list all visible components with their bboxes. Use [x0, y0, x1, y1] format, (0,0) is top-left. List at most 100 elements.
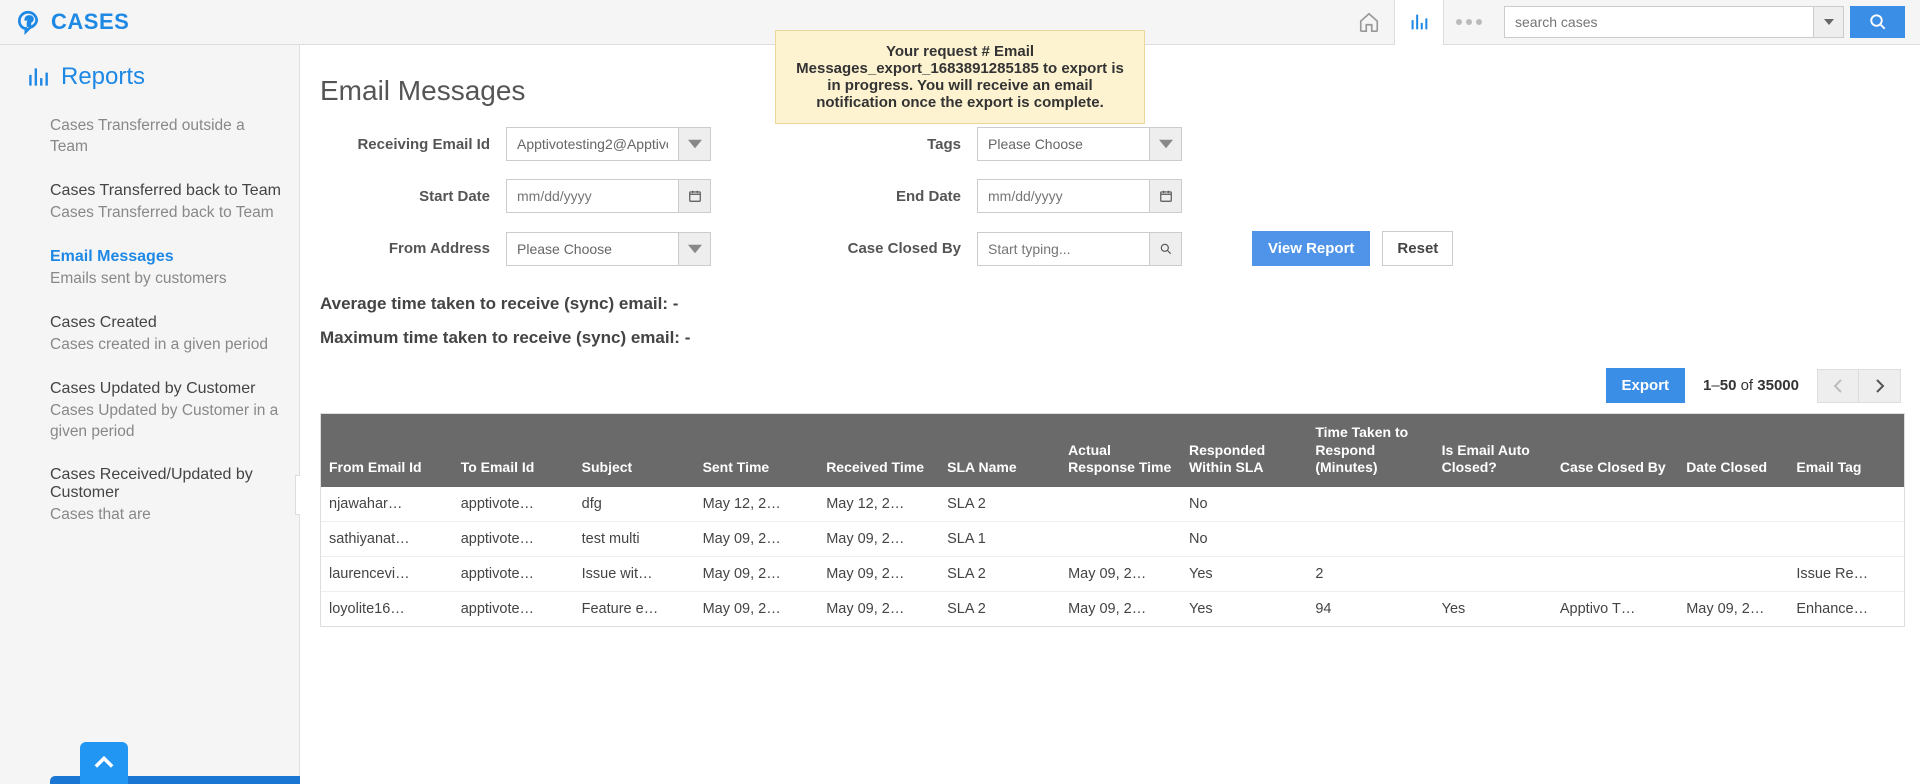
- table-cell: SLA 2: [939, 556, 1060, 591]
- end-date-input[interactable]: [977, 179, 1150, 213]
- sidebar-item-desc: Cases Updated by Customer in a given per…: [50, 401, 284, 443]
- sidebar-item-5[interactable]: Cases Received/Updated by Customer Cases …: [50, 456, 284, 540]
- home-icon[interactable]: [1344, 0, 1394, 45]
- table-cell: May 09, 2…: [818, 521, 939, 556]
- column-header[interactable]: Date Closed: [1678, 414, 1788, 487]
- view-report-button[interactable]: View Report: [1252, 231, 1370, 266]
- table-row[interactable]: njawahar…apptivote…dfgMay 12, 2…May 12, …: [321, 487, 1904, 522]
- table-cell: May 09, 2…: [1060, 556, 1181, 591]
- receiving-email-dropdown[interactable]: [679, 127, 711, 161]
- table-cell: [1434, 521, 1552, 556]
- sidebar-item-title: Cases Updated by Customer: [50, 380, 284, 398]
- column-header[interactable]: Subject: [574, 414, 695, 487]
- table-row[interactable]: sathiyanat…apptivote…test multiMay 09, 2…: [321, 521, 1904, 556]
- brand: ? CASES: [15, 9, 129, 35]
- table-cell: SLA 1: [939, 521, 1060, 556]
- column-header[interactable]: Case Closed By: [1552, 414, 1678, 487]
- sidebar-title: Reports: [61, 63, 145, 91]
- sidebar-item-1[interactable]: Cases Transferred back to Team Cases Tran…: [50, 172, 284, 238]
- start-date-input[interactable]: [506, 179, 679, 213]
- table-cell: [1434, 487, 1552, 522]
- table-cell: laurencevi…: [321, 556, 453, 591]
- end-date-picker[interactable]: [1150, 179, 1182, 213]
- table-cell: Apptivo T…: [1552, 591, 1678, 626]
- sidebar-item-title: Email Messages: [50, 248, 284, 266]
- table-cell: njawahar…: [321, 487, 453, 522]
- table-cell: [1678, 487, 1788, 522]
- column-header[interactable]: Time Taken to Respond (Minutes): [1307, 414, 1433, 487]
- filters: Receiving Email Id Tags Start Dat: [350, 127, 1905, 266]
- table-cell: apptivote…: [453, 591, 574, 626]
- start-date-picker[interactable]: [679, 179, 711, 213]
- table-cell: May 12, 2…: [695, 487, 819, 522]
- table-cell: Yes: [1181, 556, 1307, 591]
- search-dropdown[interactable]: [1814, 6, 1844, 38]
- table-cell: May 09, 2…: [695, 591, 819, 626]
- sidebar-item-2[interactable]: Email Messages Emails sent by customers: [50, 238, 284, 304]
- sidebar-item-4[interactable]: Cases Updated by Customer Cases Updated b…: [50, 370, 284, 457]
- table-cell: [1678, 556, 1788, 591]
- table-cell: SLA 2: [939, 487, 1060, 522]
- column-header[interactable]: Sent Time: [695, 414, 819, 487]
- table-row[interactable]: loyolite16…apptivote…Feature e…May 09, 2…: [321, 591, 1904, 626]
- column-header[interactable]: Is Email Auto Closed?: [1434, 414, 1552, 487]
- pager-next[interactable]: [1859, 369, 1901, 403]
- more-icon[interactable]: [1444, 0, 1494, 45]
- table-cell: No: [1181, 521, 1307, 556]
- closed-by-input[interactable]: [977, 232, 1150, 266]
- table-cell: [1552, 487, 1678, 522]
- tags-input[interactable]: [977, 127, 1150, 161]
- column-header[interactable]: From Email Id: [321, 414, 453, 487]
- from-address-dropdown[interactable]: [679, 232, 711, 266]
- pager-prev[interactable]: [1817, 369, 1859, 403]
- sidebar-item-desc: Cases that are: [50, 505, 284, 526]
- closed-by-search[interactable]: [1150, 232, 1182, 266]
- export-button[interactable]: Export: [1606, 368, 1686, 403]
- column-header[interactable]: To Email Id: [453, 414, 574, 487]
- table-cell: dfg: [574, 487, 695, 522]
- scroll-top-button[interactable]: [80, 742, 128, 784]
- from-address-label: From Address: [350, 240, 490, 257]
- sidebar-item-desc: Emails sent by customers: [50, 269, 284, 290]
- column-header[interactable]: Email Tag: [1788, 414, 1904, 487]
- search-input[interactable]: [1504, 6, 1814, 38]
- table-cell: [1307, 521, 1433, 556]
- sidebar-item-title: Cases Received/Updated by Customer: [50, 466, 284, 502]
- table-row[interactable]: laurencevi…apptivote…Issue wit…May 09, 2…: [321, 556, 1904, 591]
- sidebar-item-title: Cases Created: [50, 314, 284, 332]
- column-header[interactable]: Actual Response Time: [1060, 414, 1181, 487]
- table-cell: 94: [1307, 591, 1433, 626]
- main-content: Email Messages Receiving Email Id Tags: [300, 45, 1920, 784]
- column-header[interactable]: SLA Name: [939, 414, 1060, 487]
- sidebar-item-title: Cases Transferred back to Team: [50, 182, 284, 200]
- tags-dropdown[interactable]: [1150, 127, 1182, 161]
- end-date-label: End Date: [871, 188, 961, 205]
- receiving-email-input[interactable]: [506, 127, 679, 161]
- table-cell: [1552, 556, 1678, 591]
- sidebar-item-desc: Cases Transferred outside a Team: [50, 116, 284, 158]
- column-header[interactable]: Received Time: [818, 414, 939, 487]
- table-cell: Feature e…: [574, 591, 695, 626]
- reports-icon[interactable]: [1394, 0, 1444, 45]
- table-cell: [1060, 487, 1181, 522]
- sidebar-item-3[interactable]: Cases CreatedCases created in a given pe…: [50, 304, 284, 370]
- table-cell: [1552, 521, 1678, 556]
- receiving-email-label: Receiving Email Id: [350, 136, 490, 153]
- table-cell: May 09, 2…: [695, 521, 819, 556]
- max-time-stat: Maximum time taken to receive (sync) ema…: [320, 328, 1905, 348]
- table-cell: apptivote…: [453, 556, 574, 591]
- avg-time-stat: Average time taken to receive (sync) ema…: [320, 294, 1905, 314]
- sidebar-item-0[interactable]: Cases Transferred outside a Team: [50, 103, 284, 172]
- reset-button[interactable]: Reset: [1382, 231, 1453, 266]
- search-button[interactable]: [1850, 6, 1905, 38]
- table-cell: [1678, 521, 1788, 556]
- stats: Average time taken to receive (sync) ema…: [320, 294, 1905, 348]
- start-date-label: Start Date: [350, 188, 490, 205]
- sidebar-item-desc: Cases Transferred back to Team: [50, 203, 284, 224]
- table-cell: Issue Re…: [1788, 556, 1904, 591]
- brand-icon: ?: [15, 9, 41, 35]
- from-address-input[interactable]: [506, 232, 679, 266]
- tags-label: Tags: [871, 136, 961, 153]
- column-header[interactable]: Responded Within SLA: [1181, 414, 1307, 487]
- table-cell: No: [1181, 487, 1307, 522]
